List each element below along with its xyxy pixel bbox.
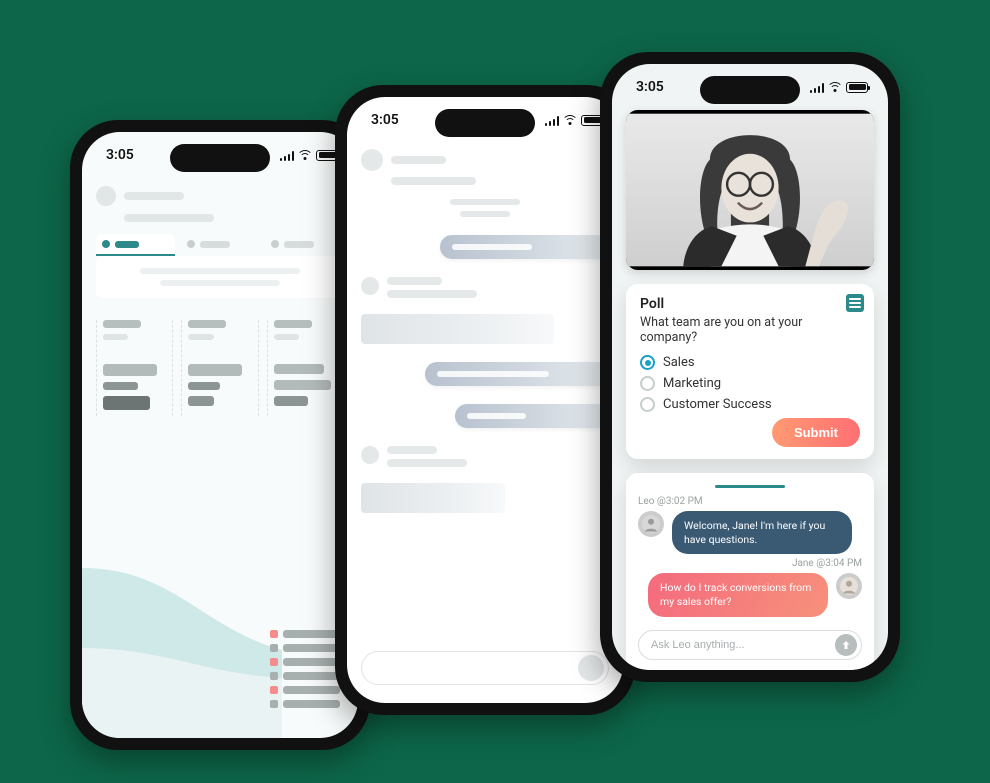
- tab-item[interactable]: [96, 234, 175, 256]
- poll-list-icon: [846, 294, 864, 312]
- bubble-skeleton: [440, 235, 609, 259]
- slab-skeleton: [361, 314, 554, 344]
- columns: [96, 308, 344, 416]
- poll-option-label: Customer Success: [663, 397, 772, 412]
- wifi-icon: [828, 82, 842, 92]
- signal-icon: [280, 150, 295, 161]
- wifi-icon: [298, 150, 312, 160]
- poll-heading: Poll: [640, 296, 860, 312]
- poll-option-label: Sales: [663, 355, 695, 370]
- chat-input[interactable]: [638, 630, 862, 660]
- phone-notch: [170, 144, 270, 172]
- chat-card: Leo @3:02 PM Welcome, Jane! I'm here if …: [626, 473, 874, 670]
- phone-webinar: 3:05: [600, 52, 900, 682]
- radio-icon: [640, 355, 655, 370]
- message-input[interactable]: [361, 651, 609, 685]
- tab-item[interactable]: [181, 234, 260, 256]
- tab-item[interactable]: [265, 234, 344, 256]
- tabs: [96, 234, 344, 256]
- status-time: 3:05: [636, 79, 664, 95]
- poll-card: Poll What team are you on at your compan…: [626, 284, 874, 459]
- status-time: 3:05: [371, 112, 399, 128]
- message-text: How do I track conversions from my sales…: [648, 573, 828, 616]
- bubble-skeleton: [425, 362, 609, 386]
- phone-notch: [700, 76, 800, 104]
- panel: [96, 256, 344, 298]
- poll-question: What team are you on at your company?: [640, 315, 860, 345]
- status-time: 3:05: [106, 147, 134, 163]
- radio-icon: [640, 397, 655, 412]
- poll-option-marketing[interactable]: Marketing: [640, 376, 860, 391]
- chat-message-leo: Welcome, Jane! I'm here if you have ques…: [638, 511, 862, 554]
- chat-message-jane: How do I track conversions from my sales…: [638, 573, 862, 616]
- arrow-up-icon: [840, 639, 852, 651]
- send-icon[interactable]: [578, 655, 604, 681]
- message-meta: Jane @3:04 PM: [638, 558, 862, 569]
- conversation: [347, 199, 623, 513]
- poll-option-sales[interactable]: Sales: [640, 355, 860, 370]
- signal-icon: [545, 115, 560, 126]
- wifi-icon: [563, 115, 577, 125]
- message-text: Welcome, Jane! I'm here if you have ques…: [672, 511, 852, 554]
- battery-icon: [846, 82, 868, 93]
- signal-icon: [810, 82, 825, 93]
- presenter-video[interactable]: [626, 110, 874, 270]
- phone-messages: 3:05: [335, 85, 635, 715]
- poll-option-label: Marketing: [663, 376, 721, 391]
- message-meta: Leo @3:02 PM: [638, 496, 862, 507]
- drag-handle[interactable]: [715, 485, 785, 488]
- avatar-jane: [836, 573, 862, 599]
- radio-icon: [640, 376, 655, 391]
- send-button[interactable]: [835, 634, 857, 656]
- chat-input-field[interactable]: [651, 639, 835, 651]
- flow-chart: [82, 538, 358, 738]
- phone-notch: [435, 109, 535, 137]
- bubble-skeleton: [455, 404, 609, 428]
- submit-button[interactable]: Submit: [772, 418, 860, 447]
- avatar-leo: [638, 511, 664, 537]
- slab-skeleton: [361, 483, 505, 513]
- poll-option-customer-success[interactable]: Customer Success: [640, 397, 860, 412]
- phone-analytics: 3:05: [70, 120, 370, 750]
